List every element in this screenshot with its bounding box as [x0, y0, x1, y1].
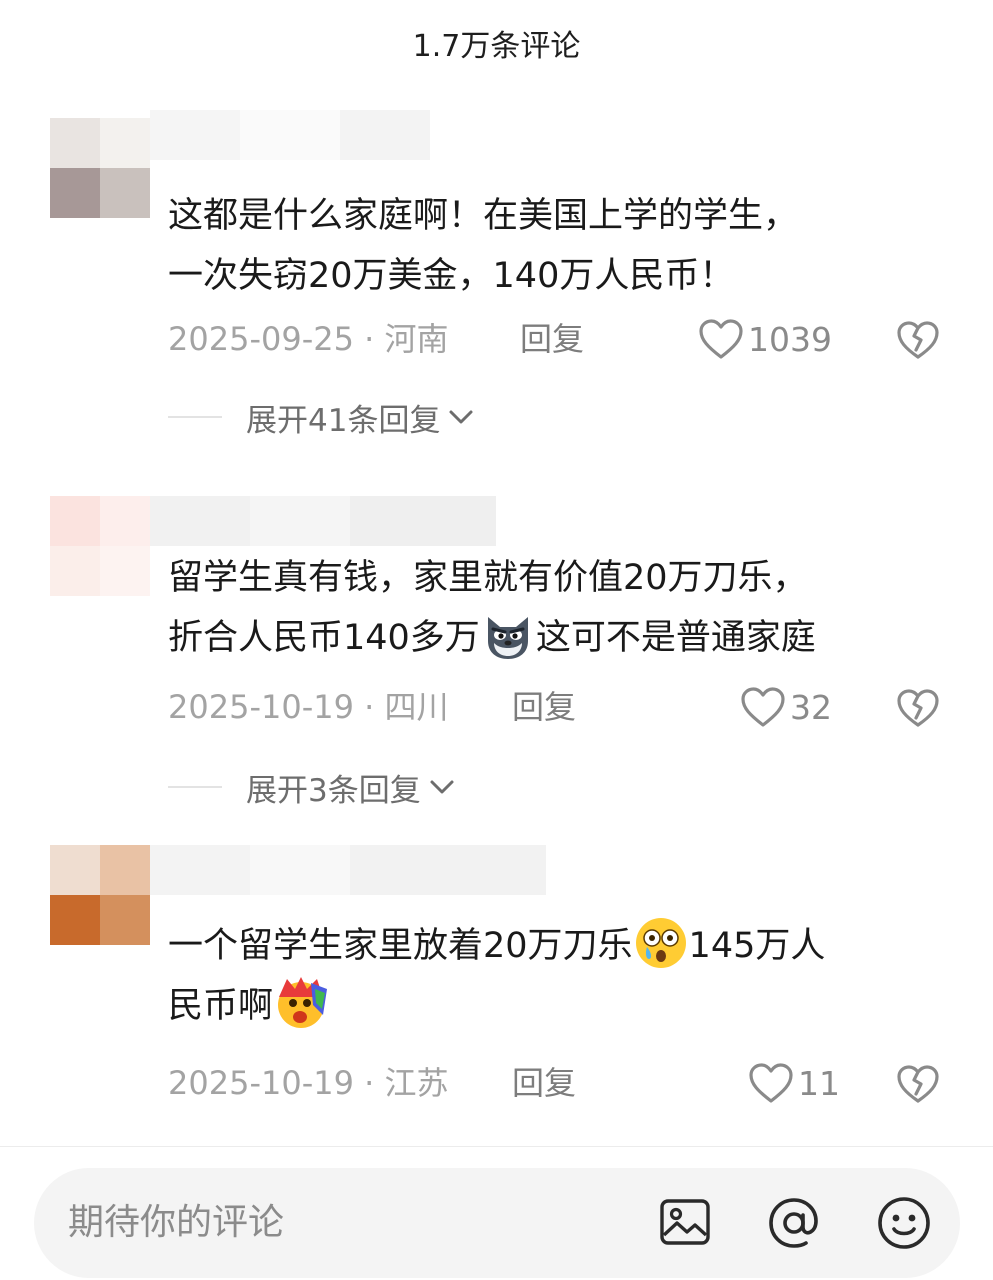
comments-header: 1.7万条评论: [0, 0, 993, 86]
comment-text: 留学生真有钱，家里就有价值20万刀乐， 折合人民币140多万 这可不是普通家庭: [168, 548, 938, 668]
chevron-down-icon: [430, 780, 454, 794]
like-count: 1039: [748, 319, 832, 359]
comment-meta: 2025-10-19 · 江苏 回复 11: [168, 1058, 948, 1108]
input-divider: [0, 1146, 993, 1147]
reply-button[interactable]: 回复: [520, 314, 584, 364]
comment-text-line: 这都是什么家庭啊！在美国上学的学生，: [168, 196, 799, 236]
heart-outline-icon: [741, 687, 785, 727]
expand-replies-button[interactable]: 展开3条回复: [168, 762, 455, 812]
comment-text: 一个留学生家里放着20万刀乐 145万人 民币啊: [168, 916, 938, 1036]
broken-heart-icon: [897, 1065, 939, 1103]
comment-text-line: 一个留学生家里放着20万刀乐 145万人: [168, 916, 938, 976]
wolf-emoji: [480, 607, 536, 663]
comment-text-line: 折合人民币140多万 这可不是普通家庭: [168, 608, 938, 668]
reply-button[interactable]: 回复: [512, 682, 576, 732]
comment-date-location: 2025-10-19 · 四川: [168, 688, 449, 726]
like-button[interactable]: 1039: [698, 314, 832, 364]
divider-line: [168, 416, 222, 418]
comment-date-location: 2025-10-19 · 江苏: [168, 1064, 449, 1102]
reply-button[interactable]: 回复: [512, 1058, 576, 1108]
smiley-icon[interactable]: [876, 1195, 932, 1255]
username-blurred[interactable]: [150, 110, 430, 160]
expand-replies-button[interactable]: 展开41条回复: [168, 392, 474, 442]
dislike-button[interactable]: [896, 1064, 940, 1112]
like-button[interactable]: 11: [748, 1058, 840, 1108]
comment-text-segment: 这可不是普通家庭: [535, 618, 816, 658]
comment-text-line: 一次失窃20万美金，140万人民币！: [168, 256, 735, 296]
comment-date-location: 2025-09-25 · 河南: [168, 320, 449, 358]
comment-text-line: 留学生真有钱，家里就有价值20万刀乐，: [168, 558, 808, 598]
divider-line: [168, 786, 222, 788]
comment-text-segment: 一个留学生家里放着20万刀乐: [168, 926, 633, 966]
comment-text-segment: 民币啊: [168, 986, 274, 1026]
broken-heart-icon: [897, 321, 939, 359]
rainbow-shock-emoji: [273, 975, 329, 1031]
avatar[interactable]: [50, 496, 150, 596]
like-count: 11: [798, 1063, 840, 1103]
comment-input-placeholder: 期待你的评论: [68, 1202, 285, 1243]
comment-count-title: 1.7万条评论: [412, 29, 581, 64]
heart-outline-icon: [749, 1063, 793, 1103]
dislike-button[interactable]: [896, 320, 940, 368]
comment-meta: 2025-09-25 · 河南 回复 1039: [168, 314, 948, 364]
dislike-button[interactable]: [896, 688, 940, 736]
heart-outline-icon: [699, 319, 743, 359]
shocked-tear-emoji: [633, 915, 689, 971]
broken-heart-icon: [897, 689, 939, 727]
comment-input[interactable]: 期待你的评论: [34, 1168, 960, 1278]
username-blurred[interactable]: [150, 496, 496, 546]
comment-text-segment: 折合人民币140多万: [168, 618, 480, 658]
expand-replies-label: 展开3条回复: [246, 772, 421, 809]
at-icon[interactable]: [766, 1195, 822, 1255]
expand-replies-label: 展开41条回复: [246, 402, 441, 439]
avatar[interactable]: [50, 118, 150, 218]
username-blurred[interactable]: [150, 845, 546, 895]
chevron-down-icon: [449, 410, 473, 424]
comment-text-segment: 145万人: [688, 926, 826, 966]
comment-text: 这都是什么家庭啊！在美国上学的学生， 一次失窃20万美金，140万人民币！: [168, 186, 938, 306]
comment-text-line: 民币啊: [168, 976, 938, 1036]
like-count: 32: [790, 687, 832, 727]
comment-meta: 2025-10-19 · 四川 回复 32: [168, 682, 948, 732]
image-icon[interactable]: [658, 1195, 712, 1253]
avatar[interactable]: [50, 845, 150, 945]
like-button[interactable]: 32: [740, 682, 832, 732]
